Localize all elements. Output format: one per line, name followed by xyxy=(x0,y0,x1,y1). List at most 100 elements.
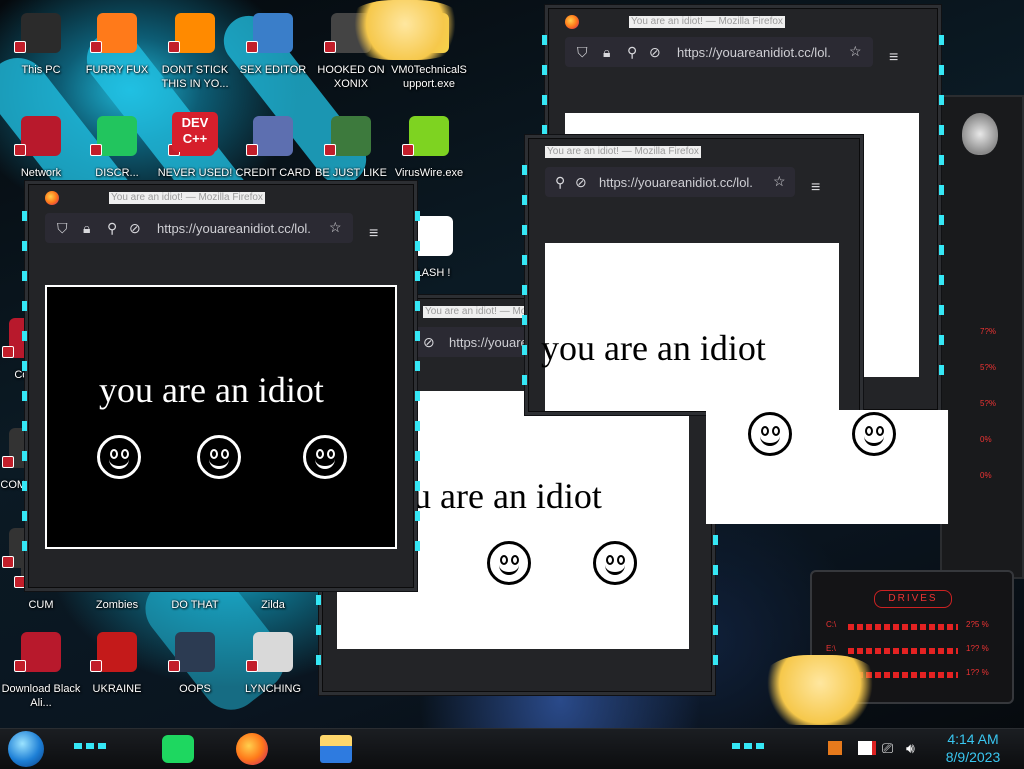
url-text: https://youareanidiot.cc/lol. xyxy=(157,221,311,236)
smiley-icon xyxy=(197,435,241,479)
permissions-icon[interactable]: ⚲ xyxy=(627,45,637,59)
smiley-icon xyxy=(748,412,792,456)
tracking-icon[interactable]: ⊘ xyxy=(129,221,141,235)
url-text: https://youareanidiot.cc/lol. xyxy=(599,175,753,190)
app-icon xyxy=(253,632,293,672)
shortcut-overlay-icon xyxy=(90,41,102,53)
network-icon[interactable]: ⎚ xyxy=(882,741,893,755)
taskbar-decor xyxy=(74,743,110,749)
desktop-icon[interactable]: FURRY FUX xyxy=(76,5,158,97)
address-bar[interactable]: ⚲ ⊘ https://youareanidiot.cc/lol. ☆ xyxy=(545,167,795,197)
desktop-icon-label: BE JUST LIKE xyxy=(315,167,387,179)
firefox-icon xyxy=(565,15,579,29)
desktop-icon-label: UKRAINE xyxy=(92,683,142,695)
menu-icon[interactable]: ≡ xyxy=(889,50,898,66)
firefox-window-b[interactable]: You are an idiot! — Mozilla Firefox ⚲ ⊘ … xyxy=(522,138,860,412)
drive-value: 1?? % xyxy=(966,668,989,677)
desktop-icon[interactable]: OOPS xyxy=(154,624,236,716)
drive-usage-bar xyxy=(848,648,958,654)
window-title: You are an idiot! — Mozilla Firefox xyxy=(629,16,785,28)
permissions-icon[interactable]: ⚲ xyxy=(555,175,565,189)
dev-badge-text: DEV xyxy=(181,115,209,130)
firefox-window-d[interactable]: You are an idiot! — Mozilla Firefox ⛉ 🔒︎… xyxy=(22,184,420,588)
desktop-icon[interactable]: SEX EDITOR xyxy=(232,5,314,97)
address-bar[interactable]: ⛉ 🔒︎ ⚲ ⊘ https://youareanidiot.cc/lol. ☆ xyxy=(565,37,873,67)
start-orb-icon[interactable] xyxy=(8,731,44,767)
menu-icon[interactable]: ≡ xyxy=(369,226,378,242)
idiot-message: you are an idiot xyxy=(99,370,324,410)
desktop-icon-label: FURRY FUX xyxy=(85,64,149,76)
shortcut-overlay-icon xyxy=(14,576,26,588)
flag-icon[interactable] xyxy=(858,741,876,755)
file-explorer-icon[interactable] xyxy=(320,735,352,763)
titlebar[interactable]: You are an idiot! — Mozilla Firefox xyxy=(549,9,937,33)
titlebar[interactable]: You are an idiot! — Mozilla Firefox xyxy=(529,139,859,163)
clock-date: 8/9/2023 xyxy=(945,749,1001,765)
star-icon[interactable]: ☆ xyxy=(773,174,786,188)
desktop-icon-label: Network xyxy=(20,167,62,179)
volume-icon[interactable]: 🔊︎ xyxy=(906,741,915,755)
desktop-icon-label: NEVER USED! xyxy=(157,167,233,179)
desktop-icon[interactable]: LYNCHING xyxy=(232,624,314,716)
desktop-icon[interactable]: UKRAINE xyxy=(76,624,158,716)
lock-icon[interactable]: 🔒︎ xyxy=(83,221,90,235)
idiot-message: ou are an idiot xyxy=(395,476,602,516)
shortcut-overlay-icon xyxy=(14,144,26,156)
tracking-icon[interactable]: ⊘ xyxy=(649,45,661,59)
titlebar[interactable]: You are an idiot! — Mozilla Firefox xyxy=(29,185,413,209)
desktop-icon-label: CUM xyxy=(28,599,54,611)
page-content-overflow xyxy=(706,410,949,524)
shortcut-overlay-icon xyxy=(246,41,258,53)
app-icon xyxy=(21,13,61,53)
smiley-icon xyxy=(303,435,347,479)
shortcut-overlay-icon xyxy=(324,41,336,53)
desktop-icon[interactable]: This PC xyxy=(0,5,82,97)
app-icon xyxy=(175,632,215,672)
url-text: https://youareanidiot.cc/lol. xyxy=(677,45,831,60)
app-icon xyxy=(97,13,137,53)
menu-icon[interactable]: ≡ xyxy=(811,180,820,196)
star-icon[interactable]: ☆ xyxy=(329,220,342,234)
drive-value: 2?5 % xyxy=(966,620,989,629)
taskbar-decor xyxy=(732,743,768,749)
clock[interactable]: 4:14 AM 8/9/2023 xyxy=(930,730,1016,766)
smiley-icon xyxy=(852,412,896,456)
dev-cpp-icon: DEV C++ xyxy=(172,112,218,152)
permissions-icon[interactable]: ⚲ xyxy=(107,221,117,235)
shortcut-overlay-icon xyxy=(14,41,26,53)
shield-icon[interactable]: ⛉ xyxy=(57,221,68,235)
tracking-icon[interactable]: ⊘ xyxy=(423,335,435,349)
side-panel-value: 0% xyxy=(980,471,992,480)
desktop-icon-label: OOPS xyxy=(179,683,211,695)
address-bar[interactable]: ⛉ 🔒︎ ⚲ ⊘ https://youareanidiot.cc/lol. ☆ xyxy=(45,213,353,243)
smiley-icon xyxy=(593,541,637,585)
lock-icon[interactable]: 🔒︎ xyxy=(603,45,610,59)
app-icon xyxy=(331,116,371,156)
shortcut-overlay-icon xyxy=(168,660,180,672)
tracking-icon[interactable]: ⊘ xyxy=(575,175,587,189)
smiley-icon xyxy=(487,541,531,585)
desktop-icon[interactable]: DONT STICK THIS IN YO... xyxy=(154,5,236,97)
desktop-icon-label: VM0TechnicalS upport.exe xyxy=(391,64,467,90)
app-icon xyxy=(97,632,137,672)
drive-usage-bar xyxy=(848,624,958,630)
shield-icon[interactable]: ⛉ xyxy=(577,45,588,59)
desktop-icon-label: Zombies xyxy=(95,599,139,611)
spotify-icon[interactable] xyxy=(162,735,194,763)
app-tray-icon[interactable] xyxy=(828,741,842,755)
shortcut-overlay-icon xyxy=(246,144,258,156)
desktop-icon-label: DISCR... xyxy=(95,167,139,179)
clock-time: 4:14 AM xyxy=(947,731,999,747)
window-title: You are an idiot! — Mozilla Firefox xyxy=(545,146,701,158)
drive-label: E:\ xyxy=(826,644,836,653)
star-icon[interactable]: ☆ xyxy=(849,44,862,58)
shortcut-overlay-icon xyxy=(90,144,102,156)
firefox-icon[interactable] xyxy=(236,733,268,765)
desktop-icon-label: HOOKED ON XONIX xyxy=(317,64,385,90)
desktop-icon-label: This PC xyxy=(21,64,61,76)
app-icon xyxy=(253,13,293,53)
taskbar: ⎚ 🔊︎ 4:14 AM 8/9/2023 xyxy=(0,728,1024,769)
app-icon xyxy=(21,116,61,156)
shortcut-overlay-icon xyxy=(2,456,14,468)
desktop-icon[interactable]: Download Black Ali... xyxy=(0,624,82,716)
